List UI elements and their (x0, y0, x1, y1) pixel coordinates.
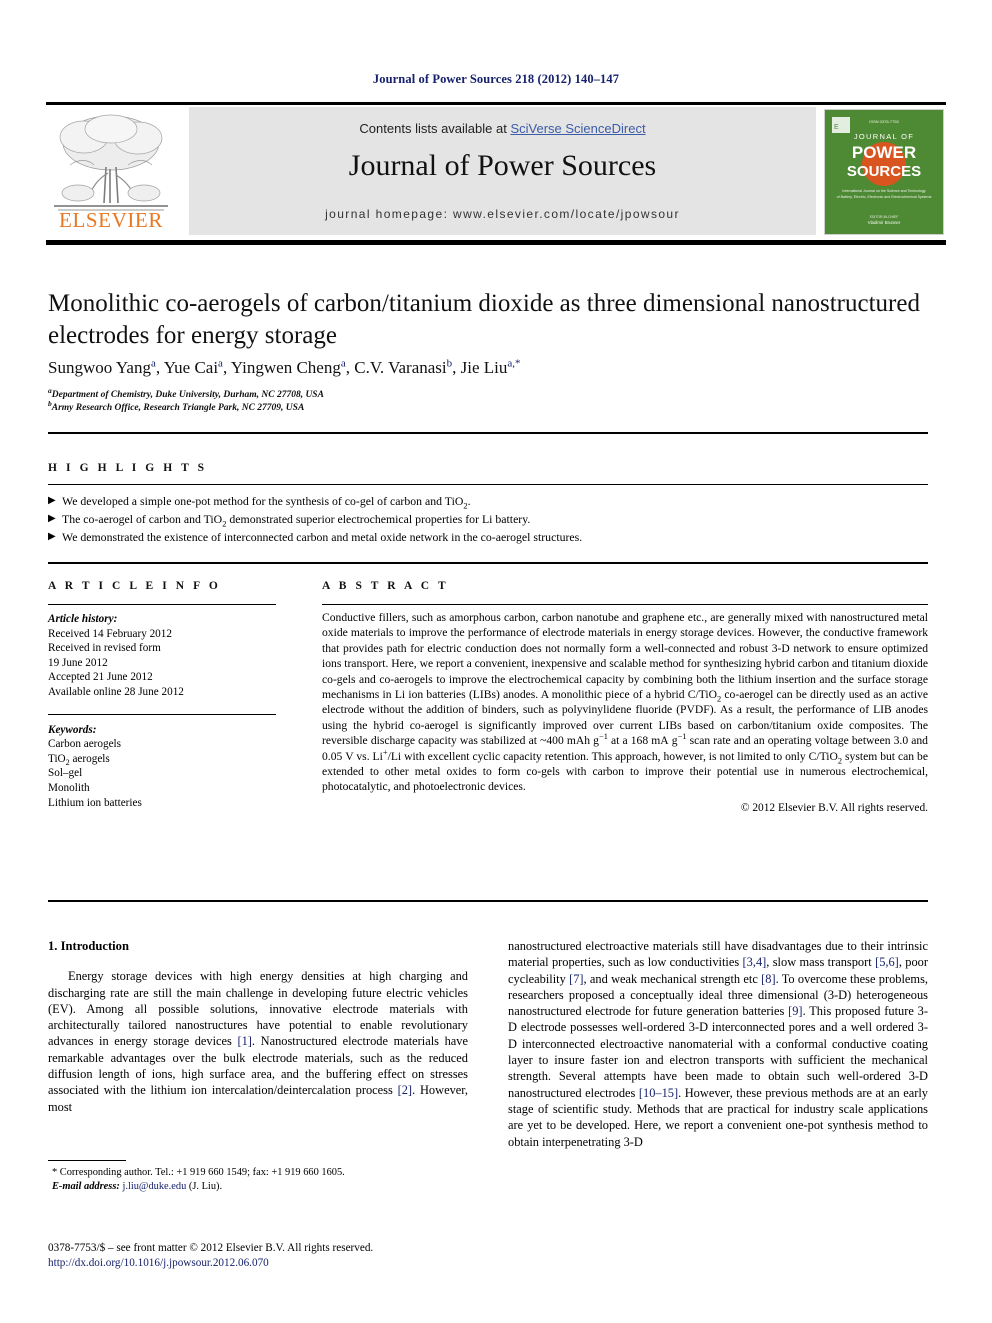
highlights-heading: H I G H L I G H T S (48, 462, 208, 474)
affiliations: aDepartment of Chemistry, Duke Universit… (48, 385, 928, 414)
divider-abstract (322, 604, 928, 605)
history-item: Available online 28 June 2012 (48, 685, 184, 698)
author-list: Sungwoo Yanga, Yue Caia, Yingwen Chenga,… (48, 357, 521, 377)
history-item: Received 14 February 2012 (48, 627, 172, 640)
journal-cover-thumbnail: E ISSN 0378-7753 JOURNAL OF POWER SOURCE… (824, 109, 944, 235)
highlight-text: We developed a simple one-pot method for… (62, 494, 471, 511)
paper-page: Journal of Power Sources 218 (2012) 140–… (0, 0, 992, 1323)
journal-cover-art: E ISSN 0378-7753 JOURNAL OF POWER SOURCE… (825, 110, 943, 234)
citation-link[interactable]: [3,4] (743, 955, 767, 969)
svg-text:POWER: POWER (852, 143, 916, 162)
highlight-item: ▶ We demonstrated the existence of inter… (48, 528, 928, 546)
abstract-column: Conductive fillers, such as amorphous ca… (322, 610, 928, 816)
highlight-text: We demonstrated the existence of interco… (62, 530, 583, 544)
keyword-item: Carbon aerogels (48, 738, 122, 751)
svg-text:JOURNAL OF: JOURNAL OF (854, 132, 914, 141)
keyword-item: TiO2 aerogels (48, 752, 110, 767)
abstract-copyright: © 2012 Elsevier B.V. All rights reserved… (740, 801, 928, 814)
citation-link[interactable]: [7] (569, 972, 583, 986)
elsevier-tree-icon (54, 114, 168, 211)
author-0: Sungwoo Yanga (48, 357, 156, 377)
highlight-item: ▶ The co-aerogel of carbon and TiO2 demo… (48, 510, 928, 528)
email-link[interactable]: j.liu@duke.edu (122, 1181, 186, 1192)
svg-text:ISSN 0378-7753: ISSN 0378-7753 (869, 119, 899, 124)
affiliation-b: bArmy Research Office, Research Triangle… (48, 398, 305, 413)
article-history-label: Article history: (48, 613, 118, 625)
paper-title: Monolithic co-aerogels of carbon/titaniu… (48, 290, 920, 349)
author-2: Yingwen Chenga (230, 357, 346, 377)
author-3: C.V. Varanasib (354, 357, 453, 377)
affiliation-a: aDepartment of Chemistry, Duke Universit… (48, 385, 324, 400)
journal-title: Journal of Power Sources (348, 149, 657, 182)
footnote-rule (48, 1160, 126, 1161)
highlights-list: ▶ We developed a simple one-pot method f… (48, 492, 928, 546)
corresponding-author-line: * Corresponding author. Tel.: +1 919 660… (52, 1167, 345, 1178)
divider-info (48, 604, 276, 605)
citation-link[interactable]: [10–15] (639, 1086, 678, 1100)
divider-above-body (48, 900, 928, 902)
keyword-item: Monolith (48, 781, 90, 794)
author-4: Jie Liua,* (460, 357, 521, 377)
divider-highlights (48, 484, 928, 485)
email-line: E-mail address: j.liu@duke.edu (J. Liu). (48, 1180, 468, 1194)
divider-keywords (48, 713, 276, 715)
journal-banner: ELSEVIER Contents lists available at Sci… (46, 102, 946, 245)
running-head: Journal of Power Sources 218 (2012) 140–… (372, 72, 620, 86)
keyword-item: Sol–gel (48, 767, 83, 780)
divider-above-highlights (48, 432, 928, 434)
highlight-text: The co-aerogel of carbon and TiO2 demons… (62, 512, 531, 529)
bullet-triangle-icon: ▶ (48, 531, 56, 542)
bullet-triangle-icon: ▶ (48, 495, 56, 506)
citation-link[interactable]: [2] (398, 1083, 412, 1097)
email-label: E-mail address: (52, 1180, 120, 1192)
svg-text:of Battery, Electric, Electron: of Battery, Electric, Electronic and Ele… (837, 195, 932, 199)
history-item: Received in revised form (48, 642, 161, 655)
journal-banner-panel: Contents lists available at SciVerse Sci… (189, 107, 816, 235)
highlight-item: ▶ We developed a simple one-pot method f… (48, 492, 928, 510)
keywords-block: Keywords: Carbon aerogels TiO2 aerogels … (48, 713, 276, 811)
intro-right-column: nanostructured electroactive materials s… (508, 938, 928, 1150)
citation-link[interactable]: [1] (237, 1034, 251, 1048)
svg-text:E: E (834, 124, 839, 131)
keywords-label: Keywords: (48, 723, 97, 736)
elsevier-logo: ELSEVIER (48, 107, 174, 235)
issn-line: 0378-7753/$ – see front matter © 2012 El… (48, 1242, 374, 1254)
journal-homepage-link[interactable]: journal homepage: www.elsevier.com/locat… (189, 207, 816, 221)
citation-link[interactable]: [5,6] (875, 955, 899, 969)
history-item: Accepted 21 June 2012 (48, 671, 153, 684)
abstract-text: Conductive fillers, such as amorphous ca… (322, 611, 928, 794)
svg-text:Vladimir Brunner: Vladimir Brunner (868, 220, 901, 225)
email-owner: (J. Liu). (188, 1180, 223, 1192)
article-info-heading: A R T I C L E I N F O (48, 580, 221, 592)
history-item: 19 June 2012 (48, 656, 108, 669)
intro-paragraph-left: Energy storage devices with high energy … (48, 969, 468, 1114)
sciencedirect-link[interactable]: SciVerse ScienceDirect (510, 121, 645, 136)
keyword-item: Lithium ion batteries (48, 796, 142, 809)
contents-available-line: Contents lists available at SciVerse Sci… (189, 121, 816, 136)
divider-above-info (48, 562, 928, 564)
elsevier-wordmark: ELSEVIER (59, 208, 163, 232)
bullet-triangle-icon: ▶ (48, 513, 56, 524)
intro-left-column: 1. Introduction Energy storage devices w… (48, 938, 468, 1115)
citation-link[interactable]: [9] (788, 1004, 802, 1018)
article-info-column: Article history: Received 14 February 20… (48, 612, 276, 810)
author-1: Yue Caia (163, 357, 223, 377)
svg-text:International Journal on the S: International Journal on the Science and… (842, 189, 926, 193)
contents-prefix: Contents lists available at (359, 121, 511, 136)
citation-link[interactable]: [8] (761, 972, 775, 986)
svg-text:SOURCES: SOURCES (847, 163, 921, 180)
corresponding-author-note: * Corresponding author. Tel.: +1 919 660… (48, 1166, 468, 1193)
intro-heading: 1. Introduction (48, 939, 129, 953)
intro-paragraph-right: nanostructured electroactive materials s… (508, 939, 928, 1149)
svg-text:EDITOR-IN-CHIEF: EDITOR-IN-CHIEF (870, 215, 899, 219)
abstract-heading: A B S T R A C T (322, 580, 449, 592)
page-footer: 0378-7753/$ – see front matter © 2012 El… (48, 1241, 548, 1271)
doi-link[interactable]: http://dx.doi.org/10.1016/j.jpowsour.201… (48, 1256, 548, 1271)
